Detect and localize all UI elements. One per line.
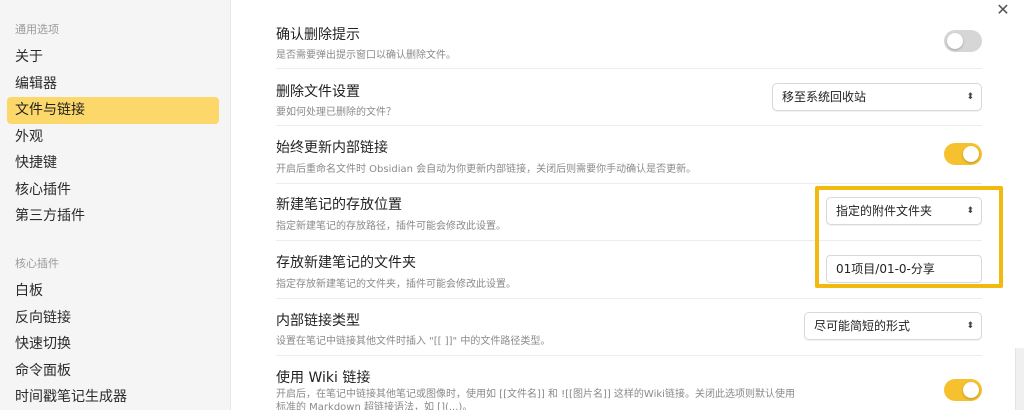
setting-title: 内部链接类型 xyxy=(276,313,360,329)
sidebar-item-about[interactable]: 关于 xyxy=(7,44,219,71)
chevron-updown-icon: ⬍ xyxy=(966,321,974,331)
setting-description: 开启后，在笔记中链接其他笔记或图像时，使用如 [[文件名]] 和 ![[图片名]… xyxy=(276,389,795,410)
setting-title: 始终更新内部链接 xyxy=(276,140,388,156)
sidebar-item-hotkeys[interactable]: 快捷键 xyxy=(7,150,219,177)
new-note-location-select[interactable]: 指定的附件文件夹 ⬍ xyxy=(826,197,982,225)
sidebar-item-appearance[interactable]: 外观 xyxy=(7,124,219,151)
settings-panel: ✕ 确认删除提示 是否需要弹出提示窗口以确认删除文件。 删除文件设置 要如何处理… xyxy=(232,0,1024,410)
auto-update-links-toggle[interactable] xyxy=(944,143,982,165)
wiki-links-toggle[interactable] xyxy=(944,379,982,401)
chevron-updown-icon: ⬍ xyxy=(966,92,974,102)
setting-new-note-folder: 存放新建笔记的文件夹 指定存放新建笔记的文件夹，插件可能会修改此设置。 01项目… xyxy=(276,242,982,299)
select-value: 尽可能简短的形式 xyxy=(814,319,911,333)
sidebar-item-quick-switcher[interactable]: 快速切换 xyxy=(7,331,219,358)
setting-description: 要如何处理已删除的文件？ xyxy=(276,107,396,118)
setting-description: 开启后重命名文件时 Obsidian 会自动为你更新内部链接，关闭后则需要你手动… xyxy=(276,164,697,175)
toggle-knob xyxy=(963,382,979,398)
sidebar-item-unique-note-creator[interactable]: 时间戳笔记生成器 xyxy=(7,384,219,410)
link-format-select[interactable]: 尽可能简短的形式 ⬍ xyxy=(804,312,982,340)
setting-title: 确认删除提示 xyxy=(276,27,360,43)
setting-link-format: 内部链接类型 设置在笔记中链接其他文件时插入 "[[ ]]" 中的文件路径类型。… xyxy=(276,300,982,356)
setting-wiki-links: 使用 Wiki 链接 开启后，在笔记中链接其他笔记或图像时，使用如 [[文件名]… xyxy=(276,357,982,410)
sidebar-section-general: 通用选项 xyxy=(15,23,59,36)
setting-deleted-files: 删除文件设置 要如何处理已删除的文件？ 移至系统回收站 ⬍ xyxy=(276,70,982,126)
toggle-knob xyxy=(947,33,963,49)
setting-confirm-delete: 确认删除提示 是否需要弹出提示窗口以确认删除文件。 xyxy=(276,14,982,69)
scrollbar-track[interactable] xyxy=(1015,348,1024,410)
setting-auto-update-links: 始终更新内部链接 开启后重命名文件时 Obsidian 会自动为你更新内部链接，… xyxy=(276,127,982,184)
sidebar-item-community-plugins[interactable]: 第三方插件 xyxy=(7,203,219,230)
sidebar-item-backlinks[interactable]: 反向链接 xyxy=(7,305,219,332)
sidebar-core-list: 白板 反向链接 快速切换 命令面板 时间戳笔记生成器 xyxy=(7,278,219,410)
setting-title: 使用 Wiki 链接 xyxy=(276,370,371,386)
sidebar-item-command-palette[interactable]: 命令面板 xyxy=(7,358,219,385)
setting-new-note-location: 新建笔记的存放位置 指定新建笔记的存放路径，插件可能会修改此设置。 指定的附件文… xyxy=(276,185,982,241)
setting-description: 是否需要弹出提示窗口以确认删除文件。 xyxy=(276,50,456,61)
chevron-updown-icon: ⬍ xyxy=(966,206,974,216)
setting-title: 删除文件设置 xyxy=(276,84,360,100)
select-value: 移至系统回收站 xyxy=(782,90,867,104)
sidebar-item-files-links[interactable]: 文件与链接 xyxy=(7,97,219,124)
close-icon[interactable]: ✕ xyxy=(994,1,1012,19)
setting-description: 指定新建笔记的存放路径，插件可能会修改此设置。 xyxy=(276,221,506,232)
setting-description: 指定存放新建笔记的文件夹，插件可能会修改此设置。 xyxy=(276,279,516,290)
sidebar-item-canvas[interactable]: 白板 xyxy=(7,278,219,305)
new-note-folder-input[interactable]: 01项目/01-0-分享 xyxy=(826,255,982,283)
deleted-files-select[interactable]: 移至系统回收站 ⬍ xyxy=(772,83,982,111)
sidebar-section-core-plugins: 核心插件 xyxy=(15,257,59,270)
setting-title: 存放新建笔记的文件夹 xyxy=(276,255,416,271)
confirm-delete-toggle[interactable] xyxy=(944,30,982,52)
settings-sidebar: 通用选项 关于 编辑器 文件与链接 外观 快捷键 核心插件 第三方插件 核心插件… xyxy=(0,0,231,410)
select-value: 指定的附件文件夹 xyxy=(836,204,933,218)
setting-title: 新建笔记的存放位置 xyxy=(276,197,402,213)
sidebar-general-list: 关于 编辑器 文件与链接 外观 快捷键 核心插件 第三方插件 xyxy=(7,44,219,230)
toggle-knob xyxy=(963,146,979,162)
sidebar-item-editor[interactable]: 编辑器 xyxy=(7,71,219,98)
sidebar-item-core-plugins[interactable]: 核心插件 xyxy=(7,177,219,204)
setting-description: 设置在笔记中链接其他文件时插入 "[[ ]]" 中的文件路径类型。 xyxy=(276,336,551,347)
